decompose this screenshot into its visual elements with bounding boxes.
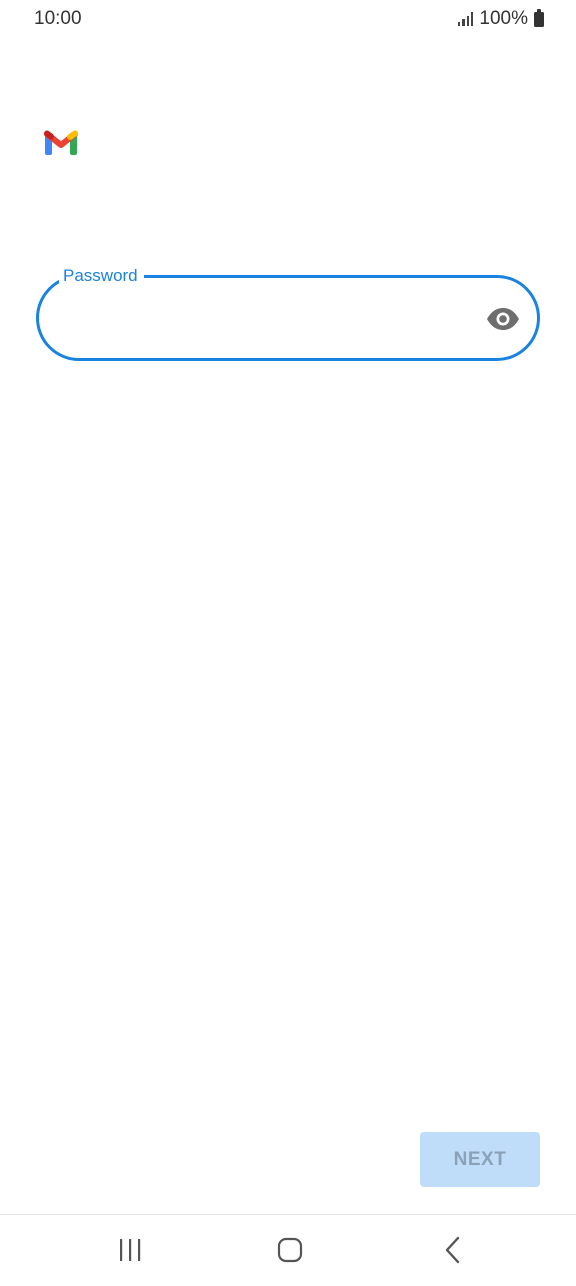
signal-icon [457,12,474,26]
nav-bar [0,1215,576,1286]
status-time: 10:00 [34,8,82,29]
home-icon[interactable] [274,1235,306,1265]
battery-percent: 100% [479,8,528,29]
recents-icon[interactable] [114,1235,146,1265]
back-icon[interactable] [437,1235,469,1265]
gmail-logo [43,129,79,157]
eye-icon[interactable] [485,304,521,334]
screen: 10:00 100% Password NEXT [0,0,576,1286]
status-icons: 100% [457,8,544,30]
password-field[interactable]: Password [36,266,540,361]
next-button[interactable]: NEXT [420,1132,540,1187]
password-input[interactable] [61,296,481,340]
status-bar: 10:00 100% [0,0,576,38]
password-label: Password [59,266,144,286]
battery-icon [534,8,544,27]
